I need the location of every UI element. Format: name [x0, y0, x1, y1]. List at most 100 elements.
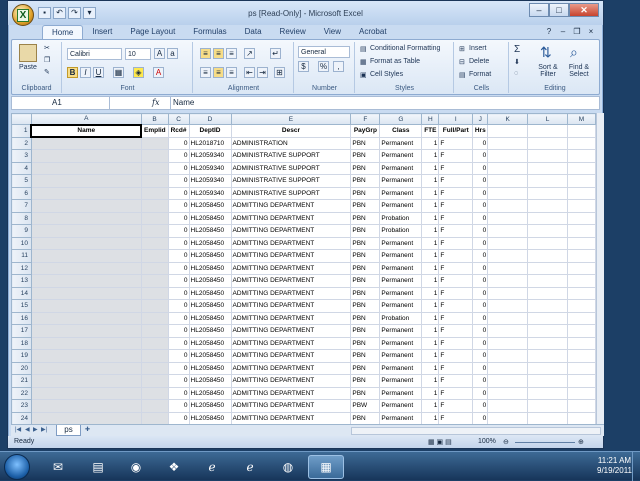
header-cell-name[interactable]: Name — [30, 123, 143, 138]
paste-button[interactable]: Paste — [19, 64, 37, 71]
cell[interactable]: PBN — [350, 299, 381, 313]
empty-cell[interactable] — [487, 186, 529, 200]
cell[interactable]: ADMITTING DEPARTMENT — [230, 286, 352, 300]
empty-cell[interactable] — [487, 199, 529, 213]
header-cell-deptid[interactable]: DeptID — [188, 124, 232, 138]
row-header[interactable]: 19 — [11, 349, 32, 363]
cell[interactable]: ADMITTING DEPARTMENT — [230, 374, 352, 388]
cell[interactable]: F — [438, 411, 474, 424]
italic-button[interactable]: I — [80, 67, 91, 78]
first-sheet-icon[interactable]: |◀ — [15, 426, 21, 433]
row-header[interactable]: 10 — [11, 236, 32, 250]
cell[interactable]: PBN — [350, 274, 381, 288]
copy-icon[interactable]: ❐ — [44, 56, 50, 64]
column-header-m[interactable]: M — [567, 113, 596, 125]
cell[interactable]: ADMITTING DEPARTMENT — [230, 236, 352, 250]
redacted-emplid-cell[interactable] — [140, 236, 169, 250]
row-header[interactable]: 11 — [11, 249, 32, 263]
column-header-j[interactable]: J — [472, 113, 489, 125]
cell[interactable]: HL2058450 — [188, 374, 232, 388]
cell[interactable]: HL2058450 — [188, 349, 232, 363]
cell[interactable]: Permanent — [379, 161, 423, 175]
cell-styles-button[interactable]: Cell Styles — [370, 71, 403, 78]
cell[interactable]: 0 — [472, 349, 489, 363]
percent-button[interactable]: % — [318, 61, 329, 72]
cell[interactable]: 0 — [167, 349, 190, 363]
redacted-emplid-cell[interactable] — [140, 324, 169, 338]
header-cell-descr[interactable]: Descr — [230, 124, 352, 138]
empty-cell[interactable] — [527, 174, 568, 188]
help-icon[interactable]: ? — [543, 27, 555, 38]
minimize-button[interactable]: – — [529, 3, 549, 17]
redacted-emplid-cell[interactable] — [140, 374, 169, 388]
cell[interactable]: Permanent — [379, 286, 423, 300]
cell[interactable]: HL2058450 — [188, 386, 232, 400]
insert-function-icon[interactable]: fx — [152, 97, 159, 109]
cell[interactable]: 1 — [421, 349, 440, 363]
redacted-emplid-cell[interactable] — [140, 349, 169, 363]
redacted-name-cell[interactable] — [30, 274, 142, 288]
cell[interactable]: 0 — [167, 286, 190, 300]
header-cell-rcd-[interactable]: Rcd# — [167, 124, 190, 138]
currency-button[interactable]: $ — [298, 61, 309, 72]
header-cell-class[interactable]: Class — [379, 124, 423, 138]
cell[interactable]: 1 — [421, 286, 440, 300]
redacted-name-cell[interactable] — [30, 136, 142, 150]
cell[interactable]: F — [438, 249, 474, 263]
cell[interactable]: HL2059340 — [188, 149, 232, 163]
cell[interactable]: Probation — [379, 224, 423, 238]
cell[interactable]: 1 — [421, 324, 440, 338]
font-name-select[interactable]: Calibri — [67, 48, 122, 60]
cell[interactable]: 1 — [421, 261, 440, 275]
align-right-icon[interactable]: ≡ — [226, 67, 237, 78]
cell[interactable]: 0 — [472, 186, 489, 200]
redacted-emplid-cell[interactable] — [140, 149, 169, 163]
cell[interactable]: 0 — [167, 236, 190, 250]
empty-cell[interactable] — [487, 399, 529, 413]
cell[interactable]: F — [438, 274, 474, 288]
cell[interactable]: F — [438, 136, 474, 150]
column-header-b[interactable]: B — [140, 113, 169, 125]
cell[interactable]: HL2058450 — [188, 211, 232, 225]
paste-icon[interactable] — [19, 44, 37, 62]
cell[interactable]: HL2058450 — [188, 361, 232, 375]
empty-cell[interactable] — [527, 286, 568, 300]
empty-cell[interactable] — [567, 286, 596, 300]
cell[interactable]: 1 — [421, 149, 440, 163]
bold-button[interactable]: B — [67, 67, 78, 78]
redacted-emplid-cell[interactable] — [140, 186, 169, 200]
redacted-name-cell[interactable] — [30, 224, 142, 238]
redacted-name-cell[interactable] — [30, 299, 142, 313]
column-header-i[interactable]: I — [438, 113, 474, 125]
cell[interactable]: PBN — [350, 411, 381, 424]
cell[interactable]: Permanent — [379, 274, 423, 288]
empty-cell[interactable] — [567, 349, 596, 363]
cell[interactable]: 0 — [167, 336, 190, 350]
empty-cell[interactable] — [527, 124, 568, 138]
cell[interactable]: 1 — [421, 186, 440, 200]
cell[interactable]: 0 — [167, 261, 190, 275]
redacted-name-cell[interactable] — [30, 236, 142, 250]
cell[interactable]: Permanent — [379, 361, 423, 375]
column-header-e[interactable]: E — [230, 113, 352, 125]
row-header[interactable]: 13 — [11, 274, 32, 288]
empty-cell[interactable] — [527, 161, 568, 175]
cell[interactable]: F — [438, 399, 474, 413]
cell[interactable]: Permanent — [379, 186, 423, 200]
cell[interactable]: PBN — [350, 324, 381, 338]
cell[interactable]: HL2059340 — [188, 186, 232, 200]
cell[interactable]: F — [438, 374, 474, 388]
empty-cell[interactable] — [527, 324, 568, 338]
empty-cell[interactable] — [487, 211, 529, 225]
empty-cell[interactable] — [567, 299, 596, 313]
empty-cell[interactable] — [567, 324, 596, 338]
redacted-emplid-cell[interactable] — [140, 174, 169, 188]
redacted-name-cell[interactable] — [30, 211, 142, 225]
cell[interactable]: ADMITTING DEPARTMENT — [230, 411, 352, 424]
cell[interactable]: ADMITTING DEPARTMENT — [230, 261, 352, 275]
cell[interactable]: ADMITTING DEPARTMENT — [230, 199, 352, 213]
cell[interactable]: 0 — [167, 324, 190, 338]
empty-cell[interactable] — [487, 174, 529, 188]
cell[interactable]: Permanent — [379, 199, 423, 213]
tab-review[interactable]: Review — [271, 25, 315, 39]
